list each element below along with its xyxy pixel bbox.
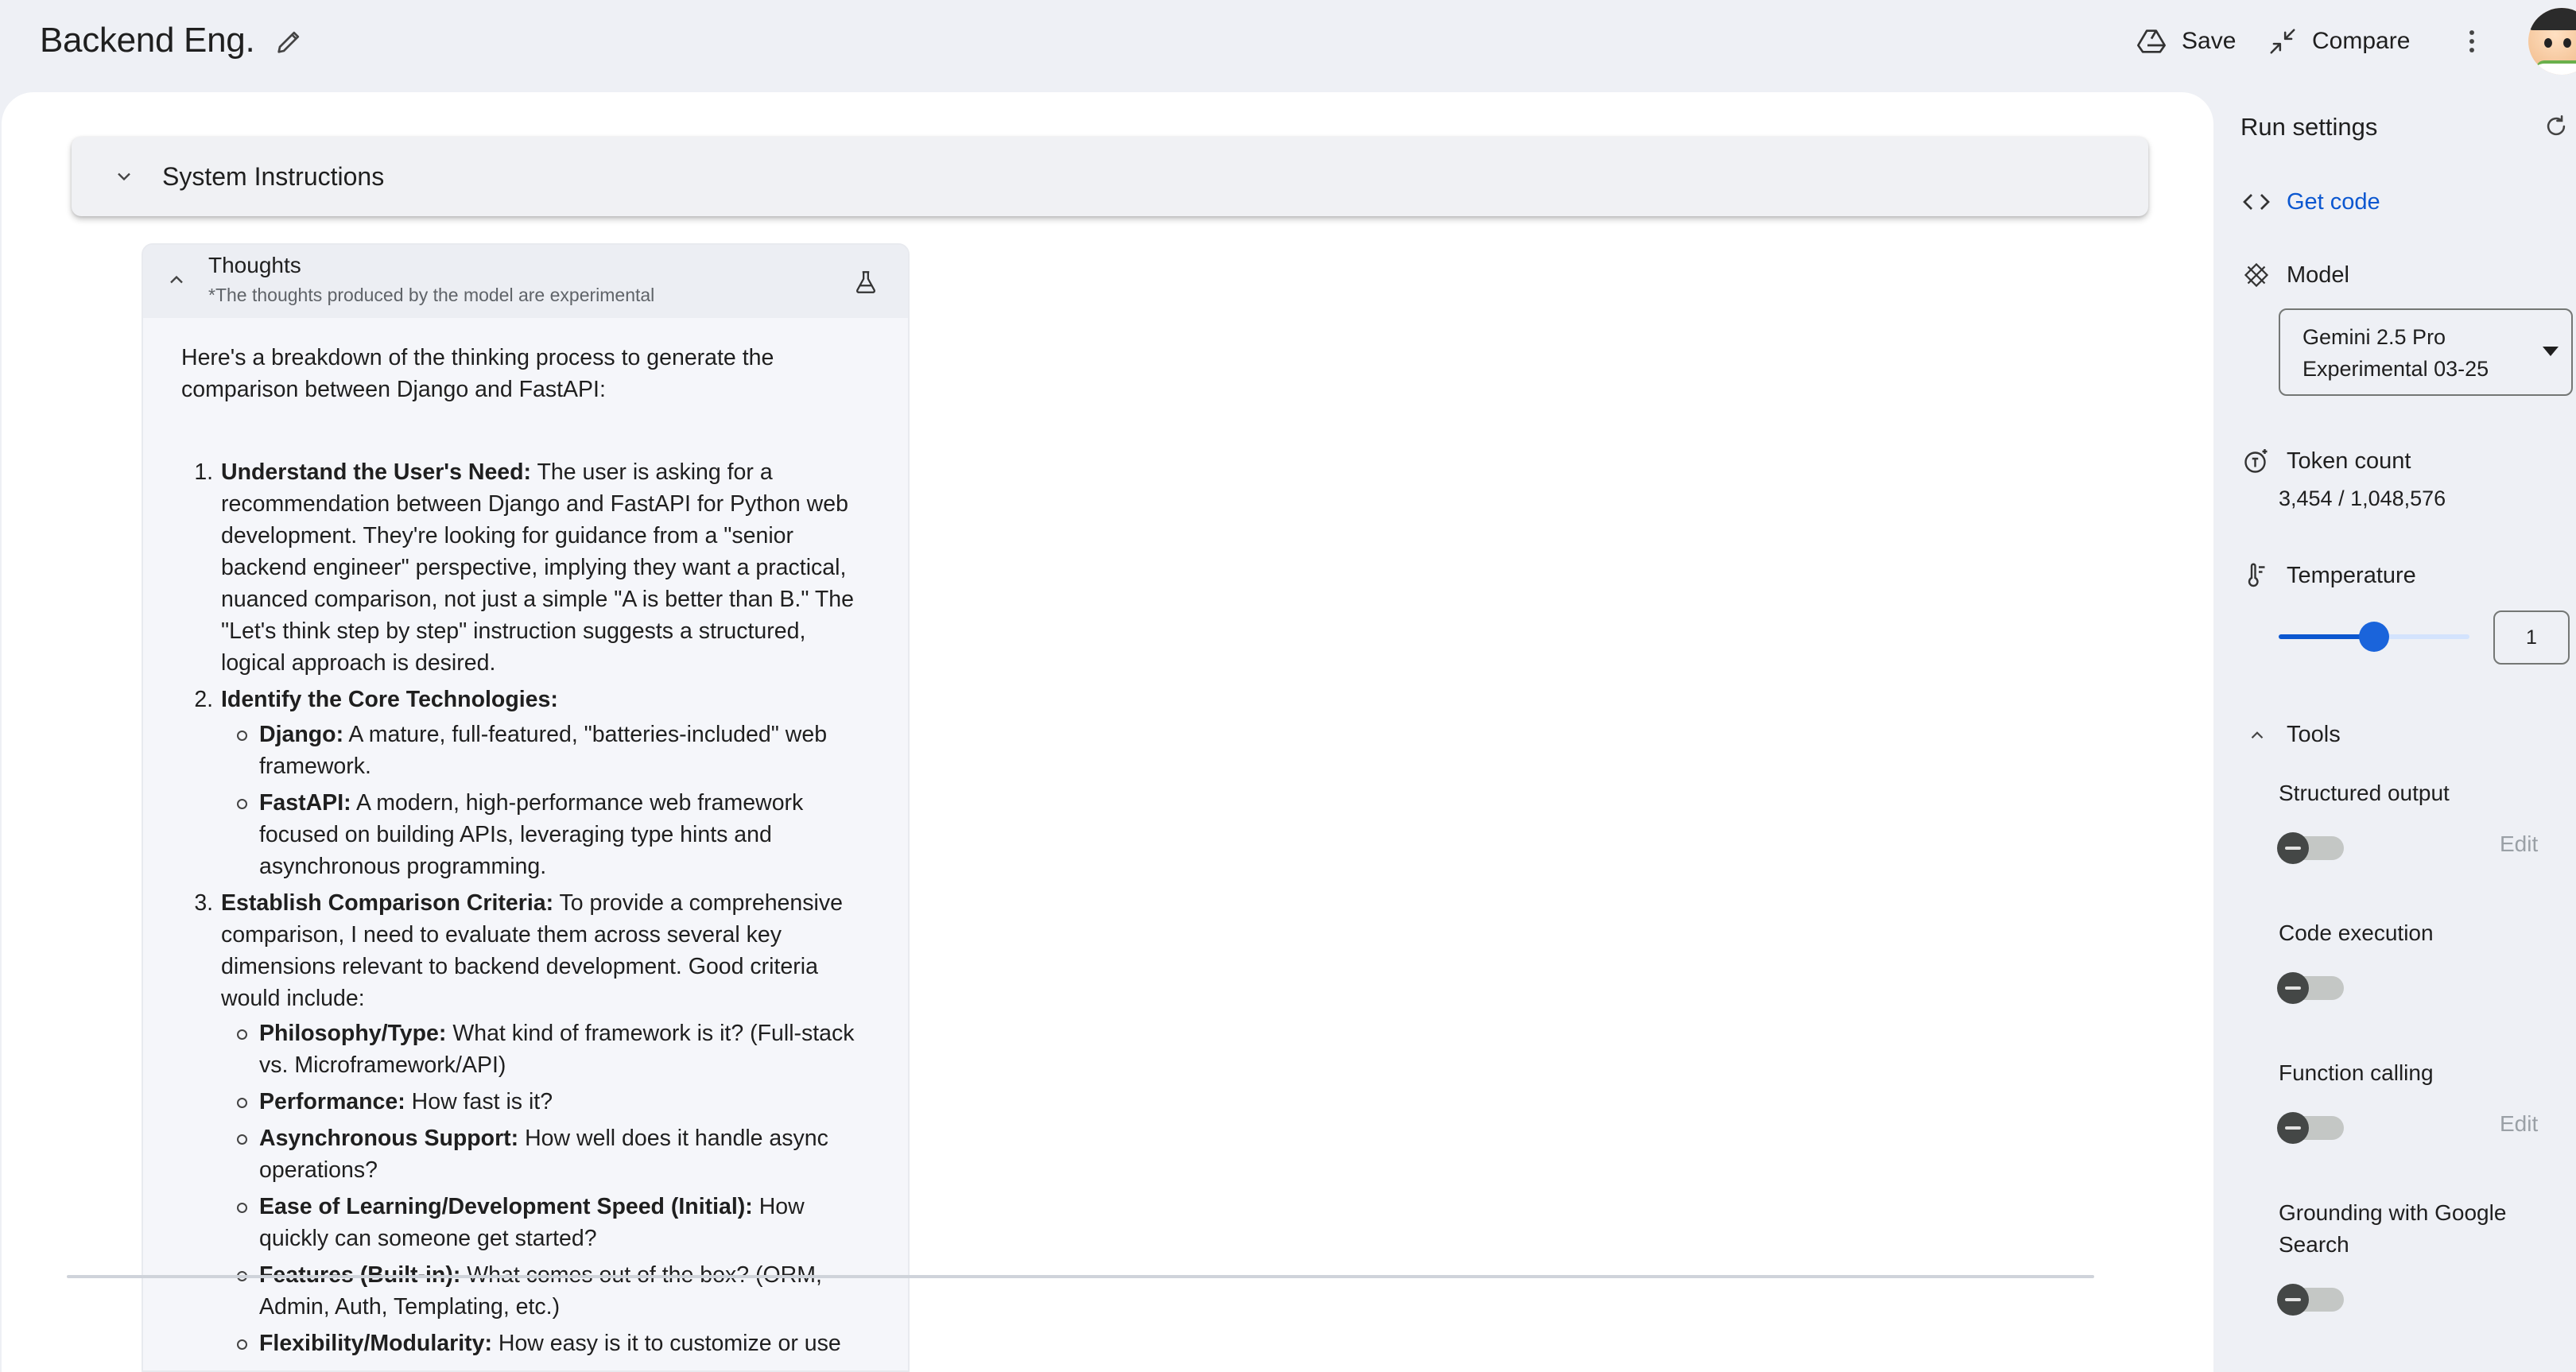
thoughts-title: Thoughts [208,253,301,277]
thought-step: Establish Comparison Criteria: To provid… [219,887,870,1359]
model-value-line2: Experimental 03-25 [2302,357,2489,381]
list-item: Asynchronous Support: How well does it h… [221,1122,870,1186]
model-label: Model [2287,262,2349,288]
model-value-line1: Gemini 2.5 Pro [2302,325,2446,349]
model-select[interactable]: Gemini 2.5 Pro Experimental 03-25 [2279,308,2573,396]
run-settings-panel: Run settings Get code Model Gemini 2.5 P… [2213,89,2576,1372]
step-heading: Establish Comparison Criteria: [221,890,554,916]
run-settings-title: Run settings [2240,113,2378,141]
system-instructions-bar[interactable]: System Instructions [72,137,2148,216]
model-section: Model [2242,261,2349,289]
list-item: Performance: How fast is it? [221,1086,870,1118]
structured-output-toggle[interactable] [2277,832,2344,864]
thoughts-panel: Thoughts *The thoughts produced by the m… [142,243,910,1372]
thought-step: Understand the User's Need: The user is … [219,456,870,679]
step-heading: Identify the Core Technologies: [221,687,558,712]
bullet-term: Philosophy/Type: [259,1021,447,1046]
avatar[interactable] [2528,8,2576,75]
top-bar: Backend Eng. Save Compare [0,0,2576,89]
chevron-up-icon [2251,731,2264,738]
bullet-text: How fast is it? [405,1089,553,1114]
drive-icon [2137,29,2166,53]
function-calling-edit-link[interactable]: Edit [2500,1111,2538,1137]
save-label: Save [2182,28,2237,54]
input-divider [67,1275,2094,1278]
temperature-slider[interactable] [2279,622,2469,652]
tool-code-execution-label: Code execution [2279,920,2434,945]
structured-output-edit-link[interactable]: Edit [2500,831,2538,857]
temperature-section: Temperature [2242,561,2416,590]
thoughts-body: Here's a breakdown of the thinking proce… [143,318,908,1359]
grounding-toggle[interactable] [2277,1284,2344,1316]
bullet-term: FastAPI: [259,790,351,816]
bullet-term: Asynchronous Support: [259,1126,519,1151]
flask-icon [855,271,876,293]
bullet-term: Performance: [259,1089,405,1114]
model-icon [2244,262,2269,288]
system-instructions-label: System Instructions [162,161,385,191]
chevron-down-icon [118,172,130,181]
thought-step: Identify the Core Technologies: Django: … [219,684,870,882]
code-icon [2243,194,2270,210]
tool-grounding-label: Grounding with Google Search [2279,1200,2507,1257]
step-text: The user is asking for a recommendation … [221,459,854,676]
compare-button[interactable]: Compare [2268,22,2410,60]
bullet-term: Ease of Learning/Development Speed (Init… [259,1194,753,1219]
dropdown-caret-icon [2543,347,2559,356]
list-item: Ease of Learning/Development Speed (Init… [221,1191,870,1254]
thoughts-subtitle: *The thoughts produced by the model are … [208,285,655,305]
token-icon [2244,449,2268,473]
token-count-label: Token count [2287,448,2411,474]
code-execution-toggle[interactable] [2277,972,2344,1004]
token-count-value: 3,454 / 1,048,576 [2279,486,2446,510]
get-code-link[interactable]: Get code [2242,188,2380,216]
tool-structured-output-label: Structured output [2279,781,2450,805]
chat-panel: System Instructions Thoughts *The though… [2,92,2213,1372]
page-title: Backend Eng. [40,21,255,60]
temperature-input[interactable]: 1 [2493,610,2570,665]
thought-steps: Understand the User's Need: The user is … [219,456,870,1359]
save-button[interactable]: Save [2136,22,2236,60]
chevron-up-icon[interactable] [165,269,188,291]
compare-icon [2270,29,2295,54]
token-count-section: Token count [2242,447,2411,475]
tool-function-calling-label: Function calling [2279,1060,2434,1085]
thoughts-header[interactable]: Thoughts *The thoughts produced by the m… [143,245,908,318]
list-item: Flexibility/Modularity: How easy is it t… [221,1327,870,1359]
thoughts-intro: Here's a breakdown of the thinking proce… [181,345,774,402]
function-calling-toggle[interactable] [2277,1112,2344,1144]
list-item: FastAPI: A modern, high-performance web … [221,787,870,882]
slider-thumb[interactable] [2359,622,2389,652]
pencil-icon[interactable] [274,25,305,57]
step-heading: Understand the User's Need: [221,459,532,485]
tools-toggle[interactable]: Tools [2247,722,2341,748]
list-item: Philosophy/Type: What kind of framework … [221,1017,870,1081]
bullet-text: How easy is it to customize or use [491,1331,841,1356]
temperature-label: Temperature [2287,562,2416,588]
bullet-term: Django: [259,722,344,747]
list-item: Django: A mature, full-featured, "batter… [221,719,870,782]
more-options-icon[interactable] [2460,24,2484,59]
bullet-text: A mature, full-featured, "batteries-incl… [259,722,828,779]
thermometer-icon [2248,563,2265,587]
compare-label: Compare [2312,28,2411,54]
reset-icon[interactable] [2543,113,2570,140]
get-code-label: Get code [2287,188,2380,215]
bullet-term: Flexibility/Modularity: [259,1331,492,1356]
list-item: Features (Built-in): What comes out of t… [221,1259,870,1323]
tools-label: Tools [2287,722,2341,747]
